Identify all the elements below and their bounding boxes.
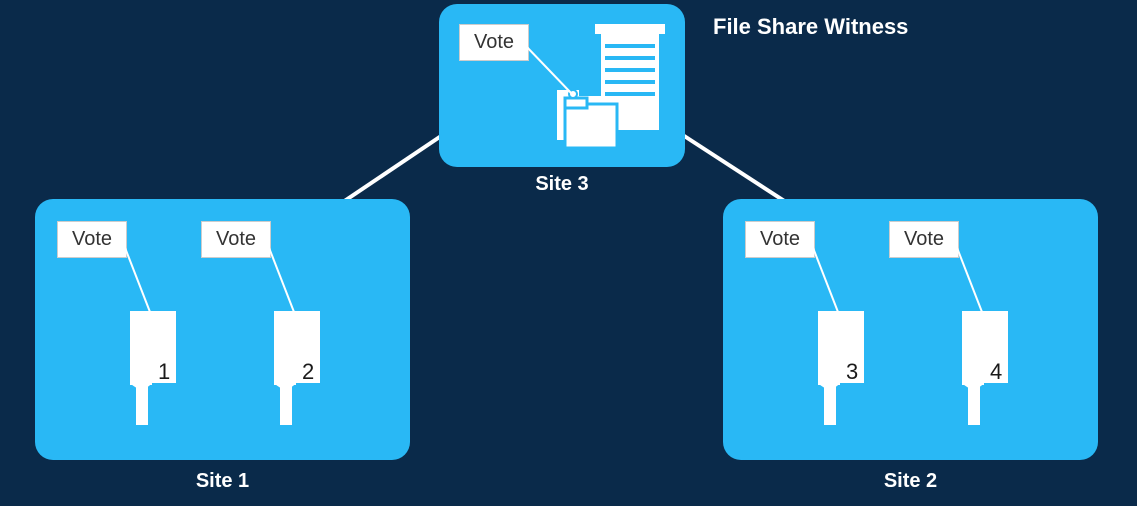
file-share-witness-icon (555, 24, 665, 152)
vote-tag-node2: Vote (201, 221, 271, 258)
vote-tag-node1: Vote (57, 221, 127, 258)
vote-tag-node3: Vote (745, 221, 815, 258)
witness-title: File Share Witness (713, 14, 908, 40)
diagram-canvas: { "title": "File Share Witness", "sites"… (0, 0, 1137, 506)
site-3-label: Site 3 (439, 173, 685, 196)
site-2-label: Site 2 (723, 470, 1098, 493)
server-number: 4 (990, 359, 1002, 385)
site-1-label: Site 1 (35, 470, 410, 493)
vote-tag-site3: Vote (459, 24, 529, 61)
server-node-3: 3 (794, 307, 872, 427)
server-node-4: 4 (938, 307, 1016, 427)
server-number: 1 (158, 359, 170, 385)
server-number: 3 (846, 359, 858, 385)
server-node-2: 2 (250, 307, 328, 427)
server-node-1: 1 (106, 307, 184, 427)
server-number: 2 (302, 359, 314, 385)
vote-tag-node4: Vote (889, 221, 959, 258)
